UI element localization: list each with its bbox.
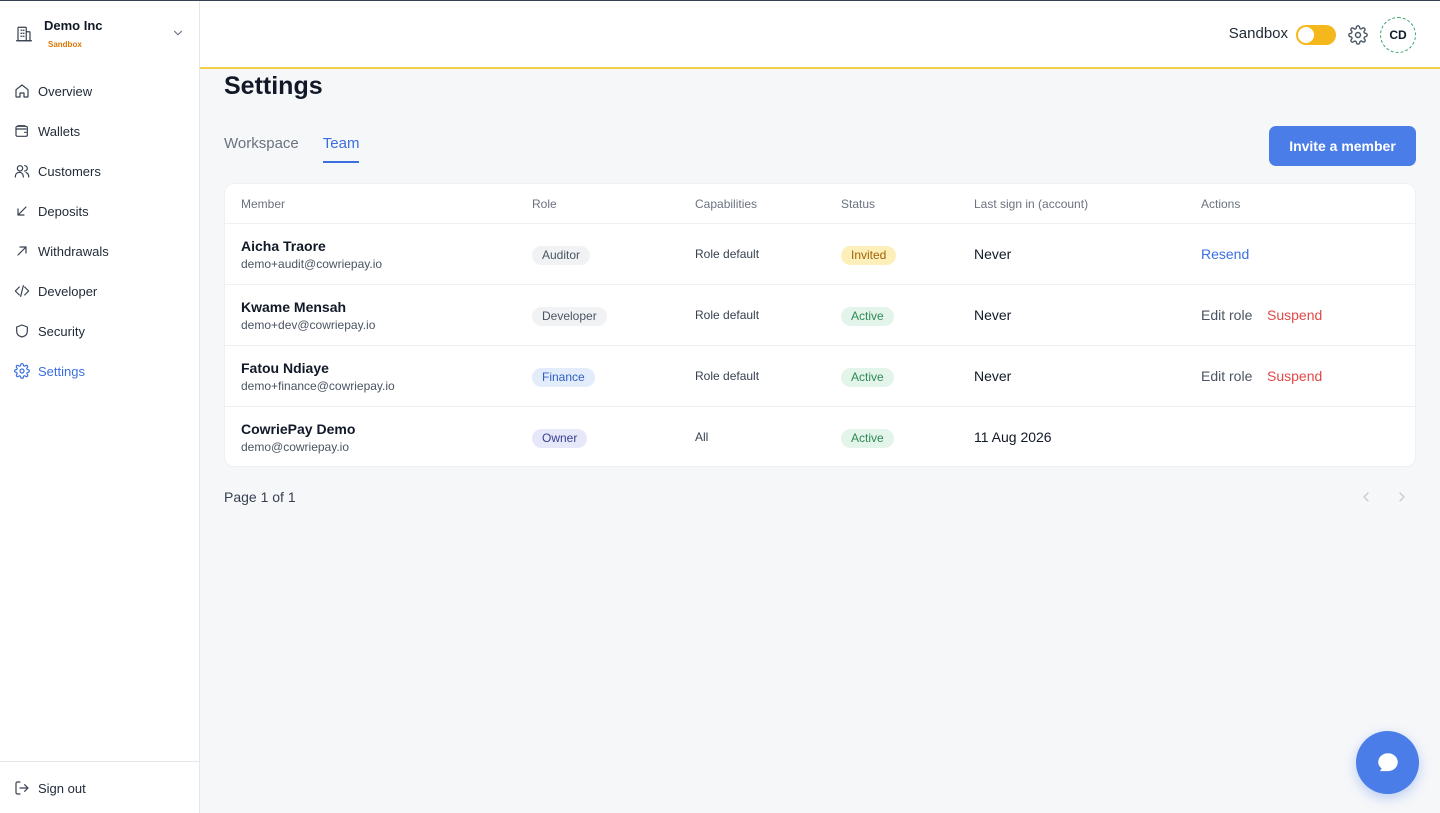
shield-icon bbox=[16, 324, 28, 338]
home-icon bbox=[15, 84, 29, 98]
sandbox-label: Sandbox bbox=[1228, 25, 1288, 42]
page-title: Settings bbox=[224, 72, 323, 100]
member-name: CowriePay Demo bbox=[241, 421, 356, 437]
table-row: Fatou Ndiaye demo+finance@cowriepay.io F… bbox=[225, 346, 1415, 407]
capabilities-text: Role default bbox=[695, 308, 760, 322]
sidebar-item-label: Developer bbox=[38, 283, 98, 299]
status-badge: Active bbox=[841, 307, 894, 326]
arrow-down-left-icon bbox=[17, 206, 27, 216]
header-capabilities: Capabilities bbox=[695, 197, 758, 211]
member-email: demo+finance@cowriepay.io bbox=[241, 379, 395, 393]
member-email: demo+audit@cowriepay.io bbox=[241, 257, 383, 271]
status-badge: Active bbox=[841, 368, 894, 387]
header-role: Role bbox=[532, 197, 557, 211]
header-last-sign-in: Last sign in (account) bbox=[974, 197, 1089, 211]
last-sign-in: Never bbox=[974, 246, 1012, 262]
role-badge: Developer bbox=[532, 307, 607, 326]
sidebar-item-label: Overview bbox=[38, 83, 93, 99]
sidebar-nav: Overview Wallets Customers Deposits With… bbox=[0, 71, 199, 391]
last-sign-in: Never bbox=[974, 368, 1012, 384]
resend-button[interactable]: Resend bbox=[1201, 246, 1249, 262]
last-sign-in: 11 Aug 2026 bbox=[974, 429, 1052, 445]
role-badge: Owner bbox=[532, 429, 588, 448]
chat-launcher-button[interactable] bbox=[1356, 731, 1419, 794]
table-row: CowriePay Demo demo@cowriepay.io Owner A… bbox=[225, 407, 1415, 468]
member-email: demo+dev@cowriepay.io bbox=[241, 318, 376, 332]
sandbox-badge: Sandbox bbox=[48, 40, 82, 49]
org-switcher[interactable]: Demo Inc Sandbox bbox=[0, 1, 199, 67]
invite-member-button[interactable]: Invite a member bbox=[1269, 126, 1416, 166]
pagination-label: Page 1 of 1 bbox=[224, 489, 296, 505]
capabilities-text: Role default bbox=[695, 369, 760, 383]
org-name: Demo Inc bbox=[44, 18, 103, 33]
status-badge: Active bbox=[841, 429, 894, 448]
table-row: Aicha Traore demo+audit@cowriepay.io Aud… bbox=[225, 224, 1415, 285]
gear-icon bbox=[14, 363, 30, 379]
table-header: Member Role Capabilities Status Last sig… bbox=[225, 184, 1415, 224]
suspend-button[interactable]: Suspend bbox=[1267, 307, 1322, 323]
tab-team[interactable]: Team bbox=[322, 135, 360, 163]
sidebar-item-developer[interactable]: Developer bbox=[0, 271, 199, 311]
sidebar-item-label: Customers bbox=[38, 163, 101, 179]
header-member: Member bbox=[241, 197, 286, 211]
sidebar-item-label: Withdrawals bbox=[38, 243, 109, 259]
chevron-left-icon[interactable] bbox=[1358, 489, 1374, 505]
sidebar-item-deposits[interactable]: Deposits bbox=[0, 191, 199, 231]
sign-out-label: Sign out bbox=[38, 780, 86, 796]
arrow-up-right-icon bbox=[17, 246, 27, 256]
edit-role-button[interactable]: Edit role bbox=[1201, 307, 1252, 323]
settings-tabs: Workspace Team bbox=[224, 135, 383, 163]
sign-out-icon bbox=[15, 781, 29, 795]
role-badge: Auditor bbox=[532, 246, 591, 265]
table-row: Kwame Mensah demo+dev@cowriepay.io Devel… bbox=[225, 285, 1415, 346]
code-icon bbox=[14, 285, 30, 297]
member-name: Fatou Ndiaye bbox=[241, 360, 329, 376]
role-badge: Finance bbox=[532, 368, 595, 387]
sandbox-toggle[interactable] bbox=[1296, 25, 1336, 45]
edit-role-button[interactable]: Edit role bbox=[1201, 368, 1252, 384]
sidebar-footer: Sign out bbox=[0, 761, 199, 813]
capabilities-text: All bbox=[695, 430, 709, 444]
sidebar-item-customers[interactable]: Customers bbox=[0, 151, 199, 191]
sidebar-item-label: Security bbox=[38, 323, 85, 339]
sidebar-item-overview[interactable]: Overview bbox=[0, 71, 199, 111]
sidebar-item-settings[interactable]: Settings bbox=[0, 351, 199, 391]
last-sign-in: Never bbox=[974, 307, 1012, 323]
member-name: Aicha Traore bbox=[241, 238, 326, 254]
header-status: Status bbox=[841, 197, 876, 211]
member-name: Kwame Mensah bbox=[241, 299, 347, 315]
sidebar-item-label: Settings bbox=[38, 363, 85, 379]
sign-out-button[interactable]: Sign out bbox=[0, 762, 199, 813]
sidebar-item-security[interactable]: Security bbox=[0, 311, 199, 351]
settings-gear-icon[interactable] bbox=[1348, 25, 1368, 45]
chevron-down-icon bbox=[173, 30, 183, 36]
toggle-knob bbox=[1298, 27, 1314, 43]
building-icon bbox=[15, 26, 33, 42]
team-table: Member Role Capabilities Status Last sig… bbox=[224, 183, 1416, 467]
sidebar-item-wallets[interactable]: Wallets bbox=[0, 111, 199, 151]
suspend-button[interactable]: Suspend bbox=[1267, 368, 1322, 384]
header-actions: Actions bbox=[1201, 197, 1241, 211]
top-bar: Sandbox CD bbox=[200, 1, 1440, 69]
users-icon bbox=[14, 165, 30, 178]
chevron-right-icon[interactable] bbox=[1394, 489, 1410, 505]
sidebar-item-label: Wallets bbox=[38, 123, 81, 139]
tab-workspace[interactable]: Workspace bbox=[224, 135, 299, 163]
status-badge: Invited bbox=[841, 246, 897, 265]
member-email: demo@cowriepay.io bbox=[241, 440, 350, 454]
avatar[interactable]: CD bbox=[1380, 17, 1416, 53]
capabilities-text: Role default bbox=[695, 247, 760, 261]
wallet-icon bbox=[15, 125, 28, 137]
sidebar-item-withdrawals[interactable]: Withdrawals bbox=[0, 231, 199, 271]
sidebar: Demo Inc Sandbox Overview Wallets Custom… bbox=[0, 1, 200, 813]
chat-bubble-icon bbox=[1377, 752, 1398, 771]
sidebar-item-label: Deposits bbox=[38, 203, 89, 219]
